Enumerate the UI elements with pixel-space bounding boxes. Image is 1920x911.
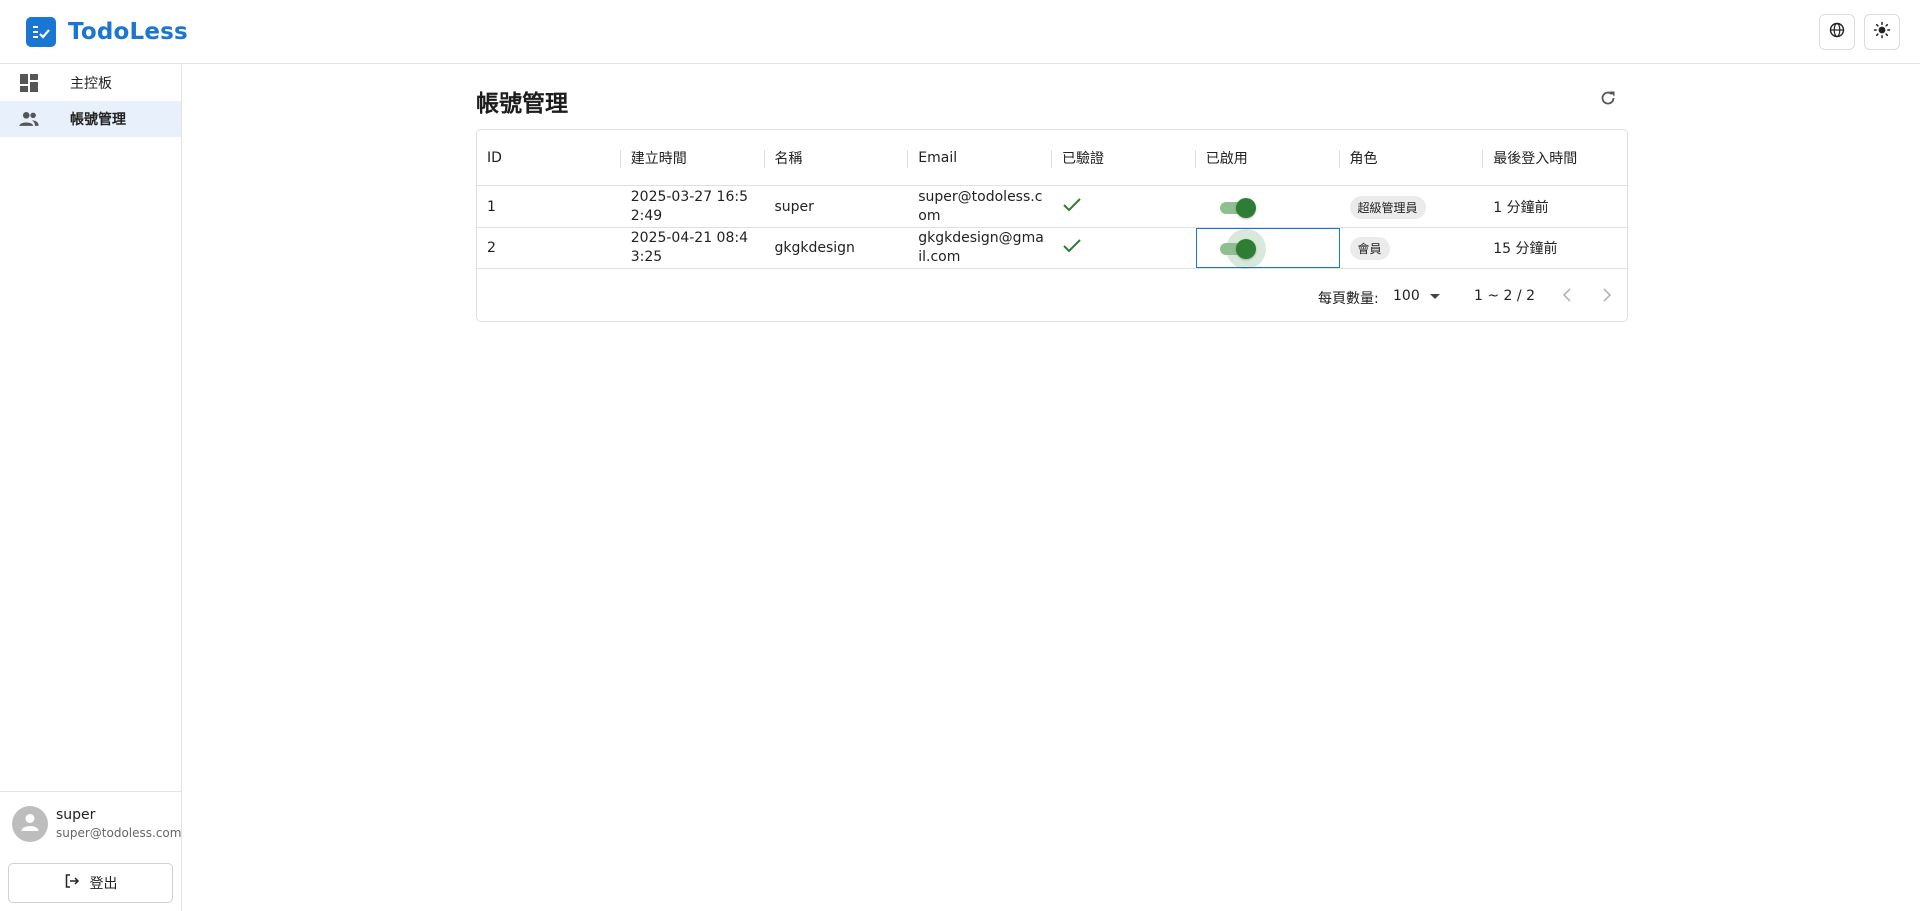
role-chip: 會員 xyxy=(1349,236,1390,260)
chevron-left-icon xyxy=(1562,287,1572,306)
logout-button[interactable]: 登出 xyxy=(8,863,173,903)
people-icon xyxy=(18,108,40,130)
cell-created: 2025-03-27 16:52:49 xyxy=(630,189,748,224)
cell-id: 2 xyxy=(487,240,496,256)
cell-name: super xyxy=(774,199,814,215)
column-label: Email xyxy=(918,149,958,166)
cell-name: gkgkdesign xyxy=(774,240,855,256)
column-header-created[interactable]: 建立時間 xyxy=(621,130,765,185)
app-name: TodoLess xyxy=(68,19,188,45)
column-header-enabled[interactable]: 已啟用 xyxy=(1196,130,1340,185)
column-header-verified[interactable]: 已驗證 xyxy=(1052,130,1196,185)
refresh-button[interactable] xyxy=(1596,88,1620,112)
language-button[interactable] xyxy=(1819,14,1855,50)
cell-role: 會員 xyxy=(1340,228,1484,268)
enabled-toggle[interactable] xyxy=(1218,197,1256,218)
sidebar-item-label: 帳號管理 xyxy=(70,112,126,128)
pagination-range: 1 ~ 2 / 2 xyxy=(1474,288,1535,304)
cell-last-login: 1 分鐘前 xyxy=(1493,200,1549,216)
table-footer: 每頁數量: 100 1 ~ 2 / 2 xyxy=(477,270,1627,321)
sidebar-item-accounts[interactable]: 帳號管理 xyxy=(0,101,181,137)
toggle-thumb xyxy=(1235,239,1256,259)
cell-verified xyxy=(1052,187,1196,227)
rows-per-page-value: 100 xyxy=(1393,288,1420,304)
dropdown-arrow-icon xyxy=(1429,288,1440,304)
column-label: 已驗證 xyxy=(1062,150,1104,167)
sidebar-item-label: 主控板 xyxy=(70,76,112,92)
column-label: 已啟用 xyxy=(1205,150,1248,167)
cell-verified xyxy=(1052,228,1196,268)
todo-logo-icon xyxy=(26,17,56,47)
table-row[interactable]: 2 2025-04-21 08:43:25 gkgkdesign gkgkdes… xyxy=(477,228,1627,269)
cell-created: 2025-04-21 08:43:25 xyxy=(630,230,748,265)
top-bar: TodoLess xyxy=(0,0,1920,64)
theme-toggle-button[interactable] xyxy=(1864,14,1900,50)
cell-role: 超級管理員 xyxy=(1340,187,1484,227)
column-header-id[interactable]: ID xyxy=(477,130,621,185)
role-chip: 超級管理員 xyxy=(1349,195,1426,219)
column-label: 最後登入時間 xyxy=(1493,150,1578,167)
cell-email: gkgkdesign@gmail.com xyxy=(918,230,1044,265)
globe-icon xyxy=(1829,22,1845,42)
column-label: ID xyxy=(487,149,502,166)
table-row[interactable]: 1 2025-03-27 16:52:49 super super@todole… xyxy=(477,187,1627,228)
user-email: super@todoless.com xyxy=(56,826,182,840)
column-header-role[interactable]: 角色 xyxy=(1340,130,1484,185)
column-header-email[interactable]: Email xyxy=(908,130,1052,185)
cell-id: 1 xyxy=(487,199,496,215)
chevron-right-icon xyxy=(1602,287,1612,306)
dashboard-icon xyxy=(18,72,40,94)
cell-email: super@todoless.com xyxy=(918,189,1043,224)
logout-label: 登出 xyxy=(89,876,118,892)
avatar xyxy=(12,805,48,842)
logout-icon xyxy=(64,873,80,893)
refresh-icon xyxy=(1599,89,1617,111)
column-header-name[interactable]: 名稱 xyxy=(765,130,909,185)
column-label: 名稱 xyxy=(774,150,803,167)
sidebar-item-dashboard[interactable]: 主控板 xyxy=(0,65,181,101)
brand[interactable]: TodoLess xyxy=(26,17,188,47)
next-page-button[interactable] xyxy=(1595,284,1619,308)
accounts-table: ID 建立時間 名稱 Email 已驗證 已啟用 角色 最後登入時間 1 202… xyxy=(476,129,1628,322)
cell-enabled xyxy=(1195,228,1340,269)
sidebar: 主控板 帳號管理 super super@todoless.com 登出 xyxy=(0,65,182,911)
column-label: 角色 xyxy=(1349,150,1378,167)
column-label: 建立時間 xyxy=(630,150,687,167)
column-header-last-login[interactable]: 最後登入時間 xyxy=(1483,130,1627,185)
table-header: ID 建立時間 名稱 Email 已驗證 已啟用 角色 最後登入時間 xyxy=(477,130,1627,186)
user-name: super xyxy=(56,807,96,823)
toggle-thumb xyxy=(1235,198,1256,218)
person-icon xyxy=(19,811,41,837)
check-icon xyxy=(1062,197,1082,217)
current-user: super super@todoless.com xyxy=(0,791,181,855)
rows-per-page-label: 每頁數量: xyxy=(1318,291,1379,307)
cell-enabled xyxy=(1196,187,1340,227)
rows-per-page-select[interactable]: 100 xyxy=(1393,288,1440,304)
cell-last-login: 15 分鐘前 xyxy=(1493,241,1558,257)
previous-page-button[interactable] xyxy=(1555,284,1579,308)
page-title: 帳號管理 xyxy=(476,91,568,117)
enabled-toggle[interactable] xyxy=(1218,229,1266,269)
sun-icon xyxy=(1873,21,1891,43)
check-icon xyxy=(1062,238,1082,258)
